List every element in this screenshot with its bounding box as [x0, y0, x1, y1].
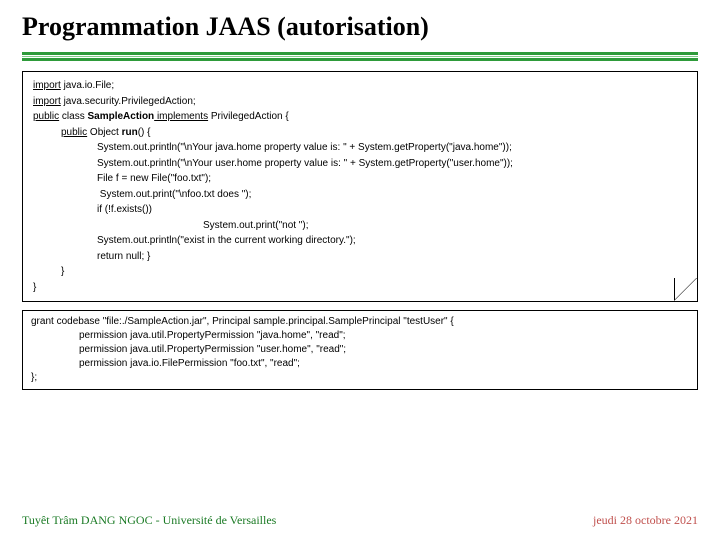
policy-code-box: grant codebase "file:./SampleAction.jar"… — [22, 310, 698, 390]
code-line: import java.io.File; — [33, 78, 687, 94]
code-line: public class SampleAction implements Pri… — [33, 109, 687, 125]
code-line: File f = new File("foo.txt"); — [33, 171, 687, 187]
code-line: System.out.print("\nfoo.txt does "); — [33, 187, 687, 203]
page-fold-icon — [675, 279, 697, 301]
policy-line: grant codebase "file:./SampleAction.jar"… — [31, 315, 689, 329]
policy-line: permission java.util.PropertyPermission … — [31, 343, 689, 357]
policy-line: }; — [31, 371, 689, 385]
java-code-box: import java.io.File; import java.securit… — [22, 71, 698, 302]
divider — [22, 52, 698, 61]
code-line: } — [33, 264, 687, 280]
code-line: import java.security.PrivilegedAction; — [33, 94, 687, 110]
footer: Tuyêt Trâm DANG NGOC - Université de Ver… — [22, 513, 698, 528]
policy-line: permission java.io.FilePermission "foo.t… — [31, 357, 689, 371]
code-line: System.out.println("\nYour java.home pro… — [33, 140, 687, 156]
code-line: if (!f.exists()) — [33, 202, 687, 218]
footer-date: jeudi 28 octobre 2021 — [593, 513, 698, 528]
slide-title: Programmation JAAS (autorisation) — [22, 12, 698, 42]
code-line: } — [33, 280, 687, 296]
code-line: System.out.println("exist in the current… — [33, 233, 687, 249]
code-line: System.out.print("not "); — [33, 218, 687, 234]
policy-line: permission java.util.PropertyPermission … — [31, 329, 689, 343]
code-line: return null; } — [33, 249, 687, 265]
footer-author: Tuyêt Trâm DANG NGOC - Université de Ver… — [22, 513, 276, 528]
code-line: public Object run() { — [33, 125, 687, 141]
code-line: System.out.println("\nYour user.home pro… — [33, 156, 687, 172]
